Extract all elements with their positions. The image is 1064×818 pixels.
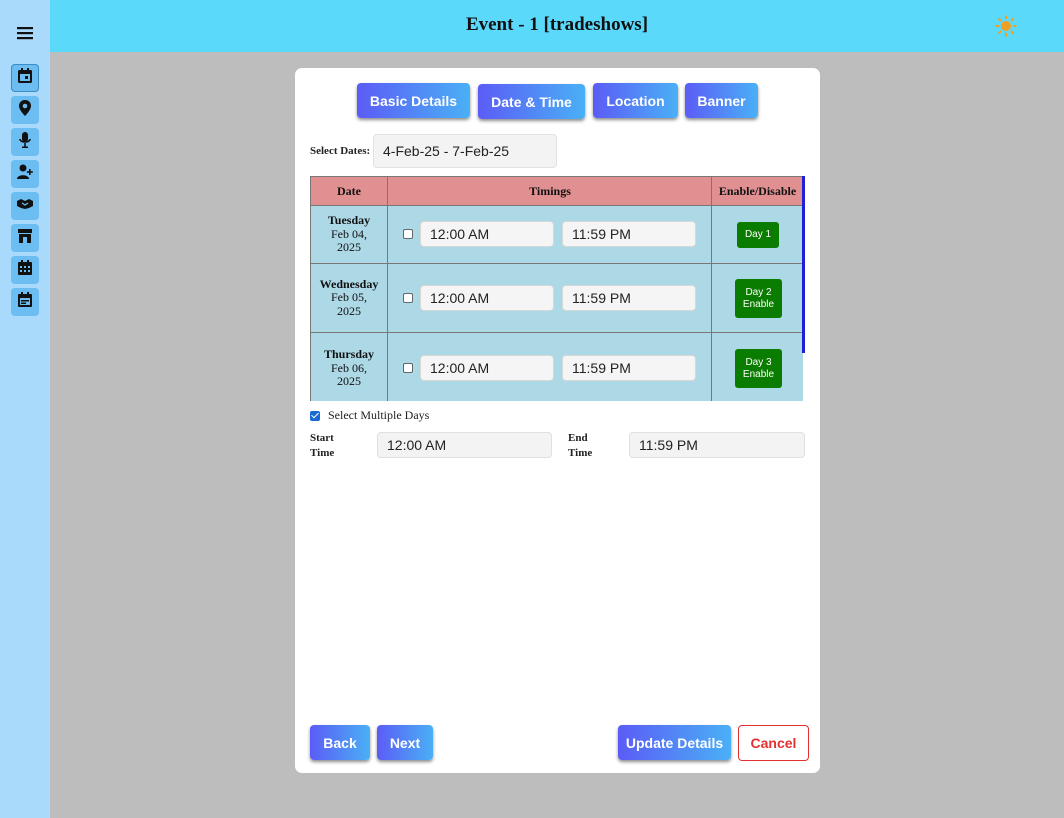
date-range-input[interactable]: 4-Feb-25 - 7-Feb-25 [373,134,557,168]
microphone-icon [16,131,34,154]
tab-basic-details[interactable]: Basic Details [357,83,470,118]
tab-location[interactable]: Location [593,83,678,118]
sidebar-item-location[interactable] [11,96,39,124]
day-toggle-button[interactable]: Day 3 Enable [735,349,782,388]
location-pin-icon [16,99,34,122]
start-time-input[interactable]: 12:00 AM [420,221,554,247]
end-time-label: End Time [568,432,593,459]
year-text: 2025 [337,374,361,389]
row-checkbox[interactable] [403,229,413,239]
timing-cell: 12:00 AM 11:59 PM [388,333,712,401]
hamburger-menu-icon[interactable] [14,24,36,42]
start-time-label: Start Time [310,432,335,459]
sidebar-item-add-user[interactable] [11,160,39,188]
date-text: Feb 06, [331,360,367,375]
timings-table: Date Timings Enable/Disable Tuesday Feb … [310,176,805,401]
timing-cell: 12:00 AM 11:59 PM [388,206,712,263]
start-time-field[interactable]: 12:00 AM [377,432,552,458]
calendar-icon [16,67,34,90]
row-checkbox[interactable] [403,293,413,303]
header-enable-disable: Enable/Disable [711,177,803,205]
event-calendar-icon [16,291,34,314]
day-of-week: Wednesday [319,276,379,291]
multiple-days-checkbox[interactable] [310,410,320,421]
end-time-input[interactable]: 11:59 PM [562,355,696,381]
enable-label: Enable [742,298,775,310]
sidebar-item-sponsors[interactable] [11,192,39,220]
top-bar: Event - 1 [tradeshows] [50,0,1064,52]
date-text: Feb 05, [331,290,367,305]
tab-date-time[interactable]: Date & Time [478,84,585,119]
handshake-icon [16,195,34,218]
year-text: 2025 [337,240,361,255]
back-button[interactable]: Back [310,725,370,760]
multiple-days-label: Select Multiple Days [328,408,430,422]
end-time-input[interactable]: 11:59 PM [562,285,696,311]
day-toggle-button[interactable]: Day 1 [737,222,779,248]
store-icon [16,227,34,250]
sidebar-item-events[interactable] [11,288,39,316]
add-user-icon [16,163,34,186]
update-details-button[interactable]: Update Details [618,725,731,760]
day-toggle-button[interactable]: Day 2 Enable [735,279,782,318]
sidebar [0,0,50,818]
date-text: Feb 04, [331,226,367,241]
select-dates-label: Select Dates: [310,145,371,157]
cancel-button[interactable]: Cancel [738,725,809,761]
timing-cell: 12:00 AM 11:59 PM [388,264,712,332]
date-cell: Wednesday Feb 05, 2025 [311,264,388,332]
table-row: Thursday Feb 06, 2025 12:00 AM 11:59 PM … [310,333,803,401]
day-label: Day 1 [744,229,772,240]
header-date: Date [337,183,361,198]
sidebar-item-schedule[interactable] [11,256,39,284]
sun-icon[interactable] [995,15,1017,37]
start-time-input[interactable]: 12:00 AM [420,285,554,311]
table-header: Date Timings Enable/Disable [310,176,803,206]
table-row: Wednesday Feb 05, 2025 12:00 AM 11:59 PM… [310,264,803,333]
day-label: Day 3 [745,356,772,368]
sidebar-item-store[interactable] [11,224,39,252]
sidebar-item-calendar[interactable] [11,64,39,92]
table-scrollbar[interactable] [802,176,805,353]
next-button[interactable]: Next [377,725,433,760]
day-of-week: Tuesday [327,213,371,228]
row-checkbox[interactable] [403,363,413,373]
calendar-grid-icon [16,259,34,282]
day-of-week: Thursday [323,347,375,362]
date-cell: Tuesday Feb 04, 2025 [311,206,388,263]
event-form-card: Basic Details Date & Time Location Banne… [295,68,820,773]
year-text: 2025 [337,303,361,318]
page-title: Event - 1 [tradeshows] [465,14,649,35]
tab-banner[interactable]: Banner [685,83,758,118]
table-row: Tuesday Feb 04, 2025 12:00 AM 11:59 PM D… [310,206,803,264]
end-time-input[interactable]: 11:59 PM [562,221,696,247]
end-time-field[interactable]: 11:59 PM [629,432,805,458]
select-multiple-days[interactable]: Select Multiple Days [310,408,429,423]
date-cell: Thursday Feb 06, 2025 [311,333,388,401]
day-label: Day 2 [745,286,772,298]
sidebar-item-speakers[interactable] [11,128,39,156]
header-timings: Timings [387,177,712,205]
start-time-input[interactable]: 12:00 AM [420,355,554,381]
enable-label: Enable [742,368,775,380]
